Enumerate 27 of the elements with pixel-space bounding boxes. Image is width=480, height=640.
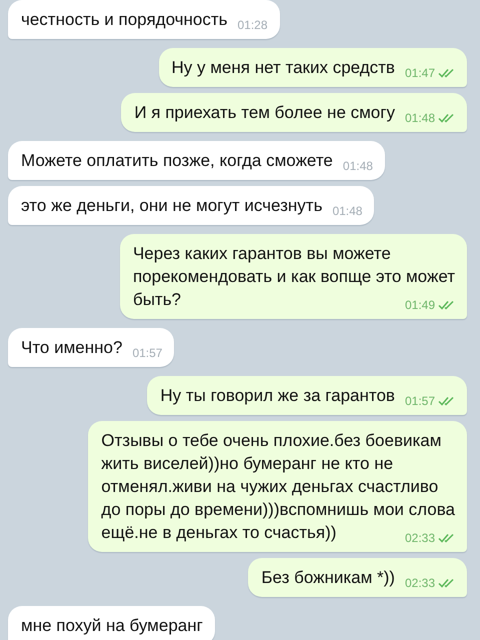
message-time: 01:57 xyxy=(132,345,162,361)
message-text: отменял.живи на чужих деньгах счастливо xyxy=(101,476,440,498)
message-text: Через каких гарантов вы можете xyxy=(132,243,392,265)
message-text: до поры до времени)))вспомнишь мои слова xyxy=(101,499,455,521)
message-text: порекомендовать и как вопще это может xyxy=(132,266,455,288)
message-text: Ну у меня нет таких средств xyxy=(172,57,395,79)
message-text: Без божникам *)) xyxy=(261,567,395,589)
message-text: Что именно? xyxy=(21,337,122,359)
message-time: 02:33 xyxy=(404,575,435,591)
message-text: жить виселей))но бумеранг не кто не xyxy=(101,453,394,475)
message-text: быть? xyxy=(132,289,182,311)
message-time: 02:33 xyxy=(404,530,435,546)
message-time: 01:28 xyxy=(238,17,268,33)
message-time: 01:49 xyxy=(404,297,435,313)
message-time: 01:57 xyxy=(404,393,435,409)
message-time: 01:48 xyxy=(404,110,435,126)
message-text: мне похуй на бумеранг xyxy=(21,615,203,637)
message-text: Можете оплатить позже, когда сможете xyxy=(21,150,333,172)
message-text: честность и порядочность xyxy=(21,9,228,31)
message-text: это же деньги, они не могут исчезнуть xyxy=(21,195,322,217)
message-time: 01:47 xyxy=(404,65,435,81)
message-text: ещё.не в деньгах то счастья)) xyxy=(101,522,336,544)
message-text: Ну ты говорил же за гарантов xyxy=(160,385,395,407)
message-time: 01:48 xyxy=(342,158,373,174)
message-text: И я приехать тем более не смогу xyxy=(134,102,395,124)
message-time: 01:48 xyxy=(332,203,362,219)
message-text: Отзывы о тебе очень плохие.без боевикам xyxy=(101,430,442,452)
